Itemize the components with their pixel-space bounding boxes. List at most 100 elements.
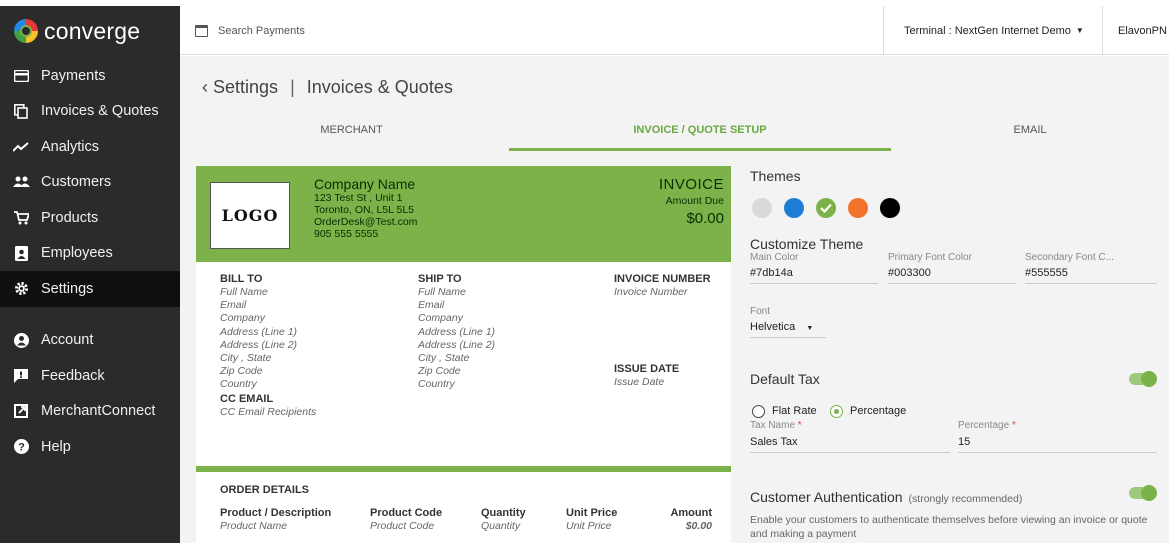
sidebar-item-label: Payments [41,67,106,84]
company-phone: 905 555 5555 [314,228,379,240]
customer-auth-header: Customer Authentication (strongly recomm… [750,489,1022,505]
ship-to-line: Company [418,312,463,325]
required-marker: * [797,420,802,431]
search-payments[interactable]: Search Payments [195,6,305,55]
search-input[interactable]: Search Payments [218,25,305,37]
gear-icon [12,281,30,296]
credit-card-icon [12,69,30,82]
themes-heading: Themes [750,168,801,184]
breadcrumb-separator: | [290,77,295,97]
sidebar-divider [0,307,180,323]
primary-font-color-label: Primary Font Color [888,252,972,263]
sidebar-item-merchantconnect[interactable]: MerchantConnect [0,394,180,430]
sidebar-item-products[interactable]: Products [0,200,180,236]
main-color-field[interactable]: #7db14a [750,267,878,284]
bill-to-line: Address (Line 2) [220,338,298,351]
sidebar-item-label: Analytics [41,138,100,155]
customer-auth-toggle[interactable] [1129,485,1157,501]
flat-rate-radio[interactable] [752,405,765,418]
sidebar-item-payments[interactable]: Payments [0,58,180,94]
sidebar: converge Payments Invoices & Quotes Anal… [0,6,180,543]
percentage-radio[interactable] [830,405,843,418]
percentage-label: Percentage * [958,420,1016,431]
order-details-heading: ORDER DETAILS [220,484,310,496]
ship-to-line: City , State [418,352,470,365]
calendar-icon [195,24,208,37]
column-header: Unit Price [566,507,618,519]
user-circle-icon [12,332,30,348]
theme-settings-panel: Themes Customize Theme Main Color #7db14… [748,166,1169,543]
default-tax-toggle[interactable] [1129,371,1157,387]
sidebar-item-employees[interactable]: Employees [0,236,180,272]
bill-to-section: BILL TO Full Name Email Company Address … [220,272,316,419]
theme-swatch-blue[interactable] [784,198,804,218]
company-name: Company Name [314,176,416,192]
people-icon [12,176,30,188]
theme-swatch-black[interactable] [880,198,900,218]
cc-email-heading: CC EMAIL [220,392,274,405]
active-tab-indicator [509,148,891,151]
back-link-label: Settings [213,77,279,97]
sidebar-item-customers[interactable]: Customers [0,165,180,201]
amount-due-value: $0.00 [686,210,724,227]
ship-to-line: Zip Code [418,365,461,378]
percentage-field[interactable]: 15 [958,436,1157,453]
sidebar-item-invoices[interactable]: Invoices & Quotes [0,94,180,130]
page-title: Invoices & Quotes [306,77,453,97]
id-badge-icon [12,245,30,261]
theme-swatch-green[interactable] [816,198,836,218]
bill-to-heading: BILL TO [220,273,263,285]
font-select[interactable]: Helvetica ▼ [750,321,826,338]
sidebar-item-label: Products [41,209,99,226]
sidebar-item-settings[interactable]: Settings [0,271,180,307]
caret-down-icon: ▼ [806,325,814,332]
secondary-font-color-field[interactable]: #555555 [1025,267,1157,284]
chevron-left-icon: ‹ [202,77,208,97]
top-bar: Search Payments Terminal : NextGen Inter… [180,6,1169,55]
customer-auth-note: (strongly recommended) [908,493,1023,505]
sidebar-item-feedback[interactable]: Feedback [0,358,180,394]
bill-to-line: Full Name [220,286,268,298]
company-logo[interactable]: LOGO [210,182,290,249]
company-address: 123 Test St , Unit 1 [314,192,403,204]
tax-name-field[interactable]: Sales Tax [750,436,950,453]
secondary-font-color-label: Secondary Font C... [1025,252,1114,263]
primary-font-color-field[interactable]: #003300 [888,267,1016,284]
sidebar-item-label: Account [41,332,94,349]
column-header: Product Code [370,507,443,519]
sidebar-item-help[interactable]: ? Help [0,429,180,465]
theme-swatch-gray[interactable] [752,198,772,218]
amount-due-label: Amount Due [665,195,724,207]
tab-invoice-quote-setup[interactable]: INVOICE / QUOTE SETUP [509,116,891,150]
terminal-select[interactable]: Terminal : NextGen Internet Demo ▼ [883,6,1103,55]
sidebar-item-label: Settings [41,280,94,297]
ship-to-line: Email [418,299,445,312]
help-circle-icon: ? [12,439,30,455]
theme-swatch-orange[interactable] [848,198,868,218]
user-menu[interactable]: ElavonPN [1103,6,1167,55]
company-city: Toronto, ON, L5L 5L5 [314,204,415,216]
cc-email-value: CC Email Recipients [220,405,317,418]
back-link[interactable]: ‹ Settings [202,77,278,98]
percentage-radio-label: Percentage [850,405,907,417]
column-value: $0.00 [685,520,712,532]
app-logo[interactable]: converge [14,16,140,46]
issue-date-heading: ISSUE DATE [614,363,680,375]
trend-line-icon [12,141,30,152]
sidebar-item-analytics[interactable]: Analytics [0,129,180,165]
sidebar-item-label: Invoices & Quotes [41,103,159,120]
customize-theme-heading: Customize Theme [750,236,864,252]
ship-to-line: Address (Line 1) [418,325,496,338]
invoice-divider [196,466,731,472]
sidebar-item-account[interactable]: Account [0,323,180,359]
sidebar-nav: Payments Invoices & Quotes Analytics Cus… [0,58,180,465]
ship-to-line: Full Name [418,286,466,298]
invoice-summary: INVOICE Amount Due $0.00 [659,176,724,227]
ship-to-section: SHIP TO Full Name Email Company Address … [418,272,495,392]
main-color-label: Main Color [750,252,799,263]
tab-email[interactable]: EMAIL [891,116,1169,150]
tab-merchant[interactable]: MERCHANT [194,116,509,150]
bill-to-line: Zip Code [220,365,263,378]
column-header: Quantity [481,507,526,519]
font-value: Helvetica [750,321,796,333]
